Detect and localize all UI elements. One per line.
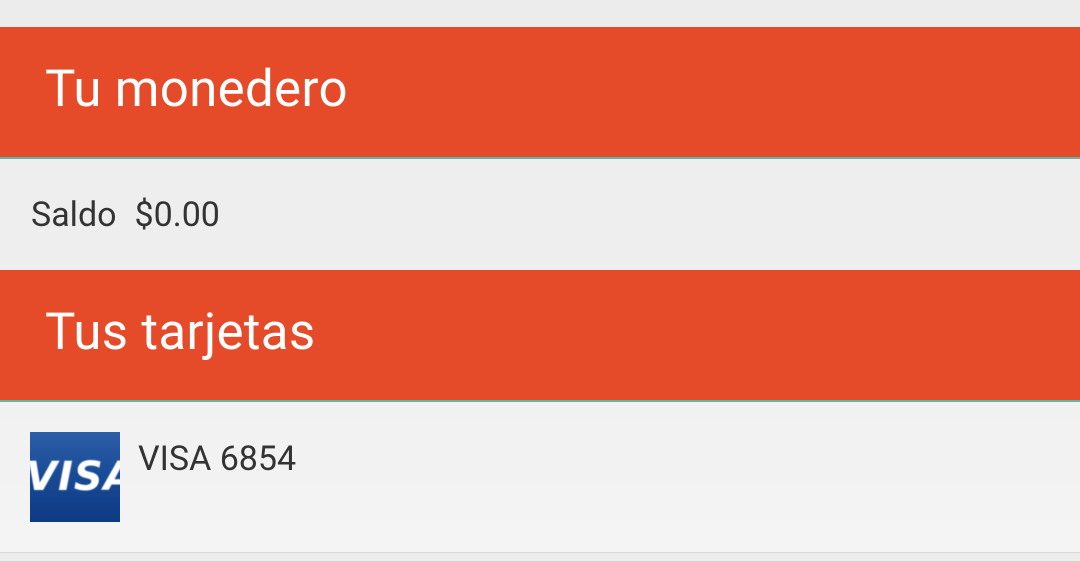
wallet-section-title: Tu monedero: [45, 59, 348, 119]
balance-label: Saldo: [31, 194, 117, 235]
card-list-item[interactable]: VISA VISA 6854: [0, 402, 1080, 553]
visa-logo-text: VISA: [30, 454, 120, 500]
top-strip: [0, 0, 1080, 27]
balance-row: Saldo $0.00: [0, 159, 1080, 270]
visa-card-icon: VISA: [30, 432, 120, 522]
cards-section-header: Tus tarjetas: [0, 270, 1080, 402]
cards-section-title: Tus tarjetas: [45, 302, 316, 362]
card-label: VISA 6854: [138, 439, 297, 479]
balance-value: $0.00: [134, 194, 220, 235]
wallet-section-header: Tu monedero: [0, 27, 1080, 159]
